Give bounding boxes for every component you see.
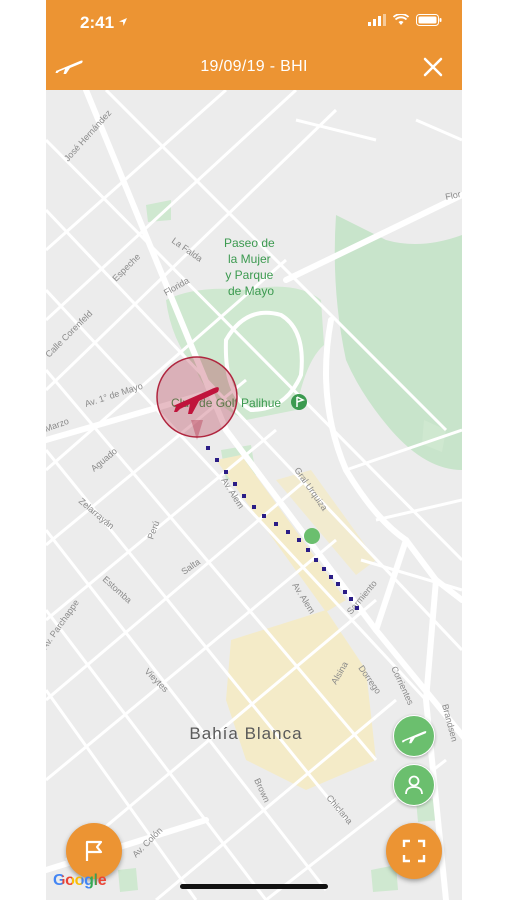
wifi-icon (393, 14, 409, 25)
flag-button[interactable] (66, 823, 122, 879)
person-button[interactable] (393, 764, 435, 806)
home-indicator (180, 884, 328, 889)
status-icons (368, 14, 442, 26)
park-patch (118, 868, 138, 892)
fullscreen-button[interactable] (386, 823, 442, 879)
status-bar: 2:41 (46, 0, 462, 44)
google-logo: Google (53, 872, 107, 890)
airplane-icon (401, 731, 427, 744)
current-location-dot (304, 528, 320, 544)
flight-title: 19/09/19 - BHI (200, 58, 308, 75)
battery-icon (416, 14, 442, 26)
person-icon (405, 775, 423, 795)
signal-bars-icon (368, 14, 386, 26)
airplane-button[interactable] (393, 715, 435, 757)
close-icon[interactable] (422, 56, 444, 83)
location-arrow-icon (119, 18, 127, 26)
fullscreen-icon (402, 839, 426, 863)
flag-icon (85, 840, 103, 861)
phone-screen: 2:41 19/09/19 - BHI Paseo de la Mujer y … (46, 0, 462, 900)
top-navbar: 19/09/19 - BHI (46, 44, 462, 90)
city-label: Bahía Blanca (189, 724, 302, 743)
google-logo-text: Google (53, 872, 107, 889)
status-time: 2:41 (80, 13, 115, 32)
